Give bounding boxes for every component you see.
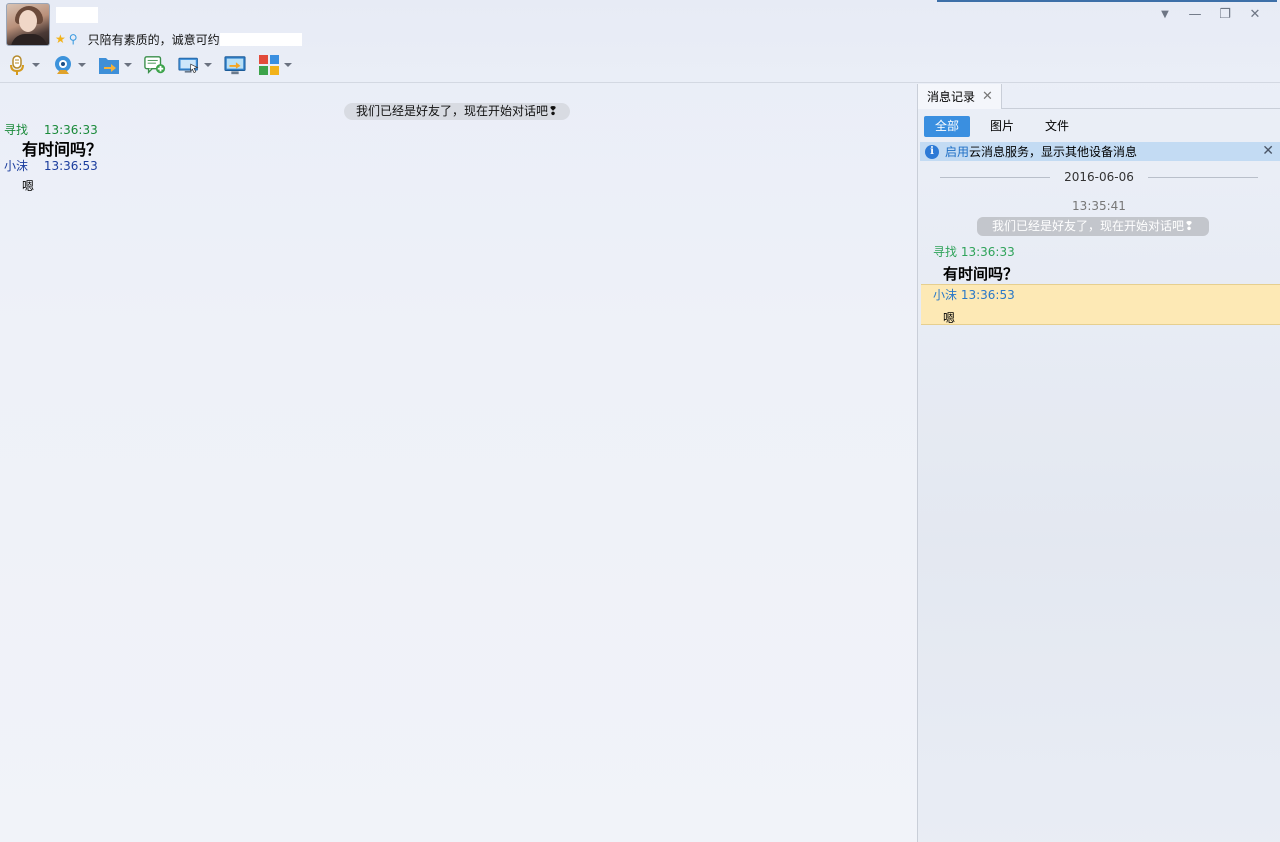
remote-desktop-icon	[178, 57, 199, 74]
chevron-down-icon[interactable]	[78, 63, 86, 67]
sender-name[interactable]: 寻找	[933, 245, 957, 259]
redacted-signature	[219, 32, 302, 46]
accent-line	[937, 0, 1277, 2]
chat-add-icon	[144, 56, 166, 74]
history-filters: 全部 图片 文件	[924, 116, 1089, 137]
message-header: 小沫 13:36:53	[4, 157, 98, 174]
menu-dropdown-button[interactable]: ▼	[1150, 5, 1180, 23]
create-discussion-button[interactable]	[144, 53, 166, 77]
chat-toolbar	[6, 52, 304, 78]
share-screen-button[interactable]	[224, 53, 246, 77]
window-controls: ▼ — ❐ ✕	[1150, 5, 1270, 23]
message-time: 13:36:33	[960, 245, 1015, 259]
sender-name[interactable]: 小沫	[4, 159, 28, 173]
restore-button[interactable]: ❐	[1210, 5, 1240, 23]
message-history-panel: 消息记录 ✕ 全部 图片 文件 i 启用 云消息服务，显示其他设备消息 ✕ 20…	[918, 84, 1280, 842]
folder-send-icon	[99, 58, 119, 74]
history-message-text: 嗯	[943, 311, 956, 325]
history-date: 2016-06-06	[1064, 170, 1134, 184]
video-call-button[interactable]	[52, 53, 86, 77]
tabbar-line	[1002, 108, 1280, 109]
avatar-face	[19, 10, 37, 32]
microphone-icon	[10, 55, 24, 75]
star-icon[interactable]: ★	[55, 32, 66, 46]
message-text: 嗯	[22, 179, 35, 193]
remote-assist-button[interactable]	[178, 53, 212, 77]
avatar-body	[11, 34, 47, 45]
qq-status-icon[interactable]: ⚲	[69, 32, 78, 46]
close-icon[interactable]: ✕	[1262, 143, 1274, 159]
chevron-down-icon[interactable]	[124, 63, 132, 67]
close-icon[interactable]: ✕	[982, 89, 993, 104]
signature-row: ★ ⚲ 只陪有素质的，诚意可约	[55, 31, 302, 47]
filter-all[interactable]: 全部	[924, 116, 971, 137]
avatar[interactable]	[6, 3, 50, 46]
webcam-icon	[55, 56, 71, 74]
chevron-down-icon[interactable]	[32, 63, 40, 67]
close-button[interactable]: ✕	[1240, 5, 1270, 23]
sender-name[interactable]: 寻找	[4, 123, 28, 137]
voice-call-button[interactable]	[6, 53, 40, 77]
message-time: 13:36:53	[43, 159, 98, 173]
tab-message-history[interactable]: 消息记录 ✕	[918, 84, 1002, 109]
history-time: 13:35:41	[1072, 199, 1126, 213]
info-icon: i	[925, 144, 939, 159]
system-notice: 我们已经是好友了，现在开始对话吧❢	[344, 103, 570, 120]
redacted-nickname	[56, 7, 98, 23]
signature-text: 只陪有素质的，诚意可约	[87, 32, 220, 47]
enable-cloud-link[interactable]: 启用	[945, 143, 969, 160]
message-time: 13:36:33	[43, 123, 98, 137]
apps-button[interactable]	[258, 53, 292, 77]
apps-grid-icon	[259, 55, 279, 75]
minimize-button[interactable]: —	[1180, 5, 1210, 23]
chat-header: ★ ⚲ 只陪有素质的，诚意可约 ▼ — ❐ ✕	[0, 0, 1280, 83]
divider	[1147, 176, 1258, 178]
screen-share-icon	[224, 56, 246, 75]
filter-files[interactable]: 文件	[1034, 116, 1080, 137]
filter-images[interactable]: 图片	[979, 116, 1025, 137]
send-file-button[interactable]	[98, 53, 132, 77]
divider	[940, 176, 1051, 178]
history-system-notice: 我们已经是好友了，现在开始对话吧❢	[977, 217, 1209, 236]
history-message-header: 小沫 13:36:53	[933, 286, 1015, 303]
chat-area[interactable]	[0, 84, 917, 842]
history-message-text: 有时间吗？	[943, 265, 1019, 283]
message-time: 13:36:53	[960, 288, 1015, 302]
chevron-down-icon[interactable]	[284, 63, 292, 67]
info-text: 云消息服务，显示其他设备消息	[969, 145, 1138, 159]
date-separator: 2016-06-06	[918, 169, 1280, 185]
chevron-down-icon[interactable]	[204, 63, 212, 67]
sender-name[interactable]: 小沫	[933, 288, 957, 302]
tab-label: 消息记录	[927, 90, 976, 104]
history-message-header: 寻找 13:36:33	[933, 243, 1015, 260]
cloud-message-info-bar: i 启用 云消息服务，显示其他设备消息 ✕	[920, 142, 1280, 161]
